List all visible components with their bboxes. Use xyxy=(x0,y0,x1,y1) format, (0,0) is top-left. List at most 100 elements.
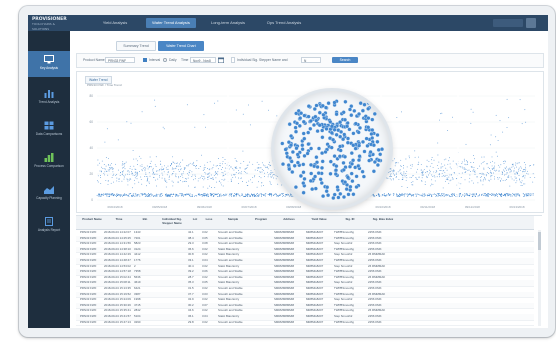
data-point xyxy=(427,195,429,197)
data-point xyxy=(209,177,211,179)
data-point xyxy=(391,176,393,178)
top-tab-ops-trend-analysis[interactable]: Ops Trend Analysis xyxy=(260,18,308,28)
table-scroll-thumb[interactable] xyxy=(538,232,541,250)
data-point xyxy=(241,171,243,173)
column-header[interactable]: Sig. ID xyxy=(334,218,366,222)
data-point xyxy=(249,194,251,196)
data-point xyxy=(400,165,402,167)
data-point xyxy=(414,156,416,158)
top-tab-long-term-analysis[interactable]: Long-term Analysis xyxy=(204,18,252,28)
top-tab-wafer-trend-analysis[interactable]: Wafer Trend Analysis xyxy=(146,18,196,28)
data-point xyxy=(100,195,102,197)
column-header[interactable]: Individual Sig. Stepper Name xyxy=(158,218,186,225)
column-header[interactable]: Bin xyxy=(134,218,156,222)
data-point xyxy=(269,173,271,175)
search-button[interactable]: Search xyxy=(332,57,358,63)
time-range-input[interactable]: Nov9 - Nov8 xyxy=(190,57,216,63)
global-search-input[interactable] xyxy=(493,19,523,27)
product-name-label: Product Name xyxy=(83,58,105,62)
magnified-point xyxy=(314,155,319,160)
data-point xyxy=(525,193,527,195)
data-point xyxy=(477,167,479,169)
magnified-point xyxy=(308,118,313,124)
data-point xyxy=(142,167,144,169)
data-point xyxy=(103,172,105,174)
table-scrollbar[interactable] xyxy=(538,230,541,326)
column-header[interactable]: Sample xyxy=(218,218,248,222)
data-point xyxy=(198,193,200,195)
data-point xyxy=(160,195,162,197)
data-point xyxy=(182,194,184,196)
data-point xyxy=(226,194,227,196)
sidebar-item-data-comparisons[interactable]: Data Comparisons xyxy=(28,117,70,143)
data-point xyxy=(263,176,265,177)
data-point xyxy=(254,175,256,177)
table-cell: Smooth and Stable xyxy=(218,319,243,324)
data-point xyxy=(382,194,384,196)
x-tick-label: 09/13/2018 xyxy=(509,205,524,209)
data-point xyxy=(265,167,267,169)
data-point xyxy=(459,194,461,196)
data-point xyxy=(493,172,494,174)
tab-summary-trend[interactable]: Summary Trend xyxy=(116,41,156,51)
data-point xyxy=(269,195,271,197)
column-header[interactable]: Time xyxy=(104,218,134,222)
column-header[interactable]: Address xyxy=(274,218,304,222)
data-point xyxy=(136,175,138,177)
data-point xyxy=(188,194,190,196)
data-point xyxy=(180,168,182,170)
magnified-point xyxy=(356,158,362,163)
data-point xyxy=(131,171,133,173)
stepper-select[interactable]: N xyxy=(301,57,321,63)
data-point xyxy=(406,170,408,172)
magnified-point xyxy=(339,129,344,134)
data-point xyxy=(443,159,445,161)
top-tab-yield-analysis[interactable]: Yield Analysis xyxy=(92,18,138,28)
data-point xyxy=(489,144,491,146)
table-row[interactable]: PRN33 FWF 2018-09-04 15:47:13 3290 29.8 3.02… xyxy=(76,320,534,327)
sidebar-item-capacity-planning[interactable]: Capacity Planning xyxy=(28,181,70,207)
data-point xyxy=(387,177,389,179)
stepper-checkbox[interactable] xyxy=(231,57,235,63)
sidebar-item-trend-analysis[interactable]: Trend Analysis xyxy=(28,85,70,111)
magnified-point xyxy=(342,117,348,122)
data-point xyxy=(107,180,109,182)
data-point xyxy=(203,167,205,169)
data-point xyxy=(134,183,136,185)
product-name-select[interactable]: PRN33 FWF xyxy=(105,57,135,63)
data-point xyxy=(151,195,153,197)
sidebar-item-analysis-report[interactable]: Analysis Report xyxy=(28,213,70,239)
data-point xyxy=(217,100,219,102)
data-point xyxy=(213,194,215,196)
data-point xyxy=(136,164,138,165)
data-point xyxy=(104,171,106,173)
tab-wafer-trend-chart[interactable]: Wafer Trend Chart xyxy=(158,41,204,51)
data-point xyxy=(508,117,510,119)
data-point xyxy=(212,167,214,168)
data-point xyxy=(483,167,485,169)
data-point xyxy=(444,195,445,197)
column-header[interactable]: Product Name xyxy=(80,218,104,222)
user-menu-button[interactable] xyxy=(526,18,536,28)
column-header[interactable]: Sig. Bias Index xyxy=(368,218,398,222)
magnified-point xyxy=(351,192,356,197)
interval-checkbox[interactable] xyxy=(143,58,147,62)
data-point xyxy=(495,136,497,138)
data-point xyxy=(135,169,137,171)
magnified-point xyxy=(299,111,304,116)
column-header[interactable]: Lot xyxy=(188,218,202,222)
data-point xyxy=(223,174,225,176)
sidebar-item-key-analysis[interactable]: Key Analysis xyxy=(28,51,70,77)
data-point xyxy=(276,195,278,197)
magnified-point xyxy=(315,129,320,134)
data-point xyxy=(225,173,227,175)
column-header[interactable]: Program xyxy=(250,218,272,222)
gap-stripe xyxy=(457,90,459,200)
column-header[interactable]: Yield Value xyxy=(306,218,332,222)
calendar-icon[interactable] xyxy=(218,57,224,63)
sidebar-item-process-comparison[interactable]: Process Comparison xyxy=(28,149,70,175)
data-point xyxy=(504,160,506,162)
data-point xyxy=(433,175,435,177)
daily-radio[interactable] xyxy=(163,58,167,62)
column-header[interactable]: Loss xyxy=(202,218,216,222)
